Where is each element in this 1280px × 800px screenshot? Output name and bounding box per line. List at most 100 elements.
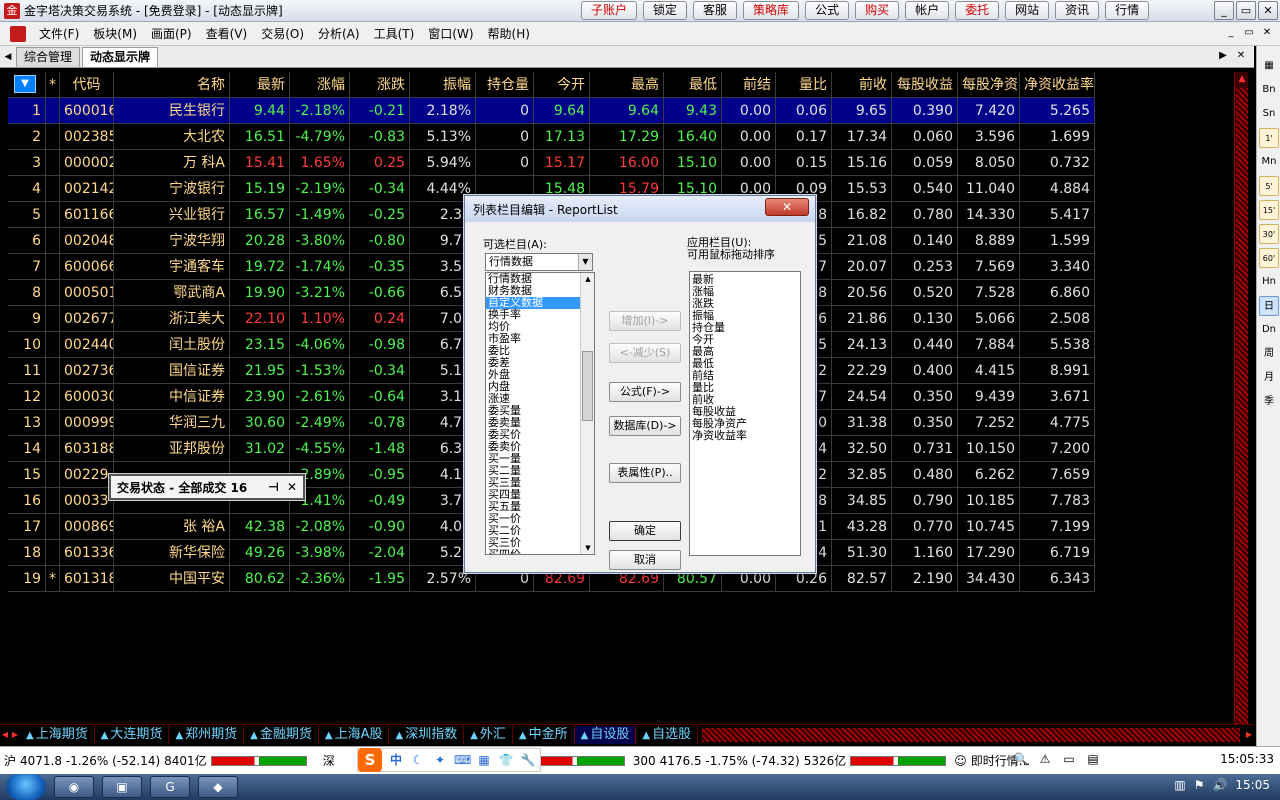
period-5[interactable]: 15' bbox=[1259, 200, 1279, 220]
category-select[interactable]: 行情数据 ▼ bbox=[485, 253, 593, 271]
news-icon[interactable]: ☺ bbox=[954, 754, 967, 768]
ime-tool-icon[interactable]: ⌨ bbox=[454, 752, 471, 768]
top-button-0[interactable]: 子账户 bbox=[581, 1, 638, 20]
applied-columns-list[interactable]: 最新 涨幅 涨跌 振幅 持仓量 今开 最高 最低 前结 量比 前收 每股收益 每股净资产 净资收益率 bbox=[689, 271, 801, 556]
list-scroll-down-icon[interactable]: ▼ bbox=[581, 542, 594, 554]
header-last[interactable]: 最新 bbox=[230, 72, 290, 98]
table-row[interactable]: 3 000002 万 科A 15.41 1.65% 0.25 5.94% 0 15.17 16.0… bbox=[8, 150, 1095, 176]
ime-tool-icon[interactable]: ✦ bbox=[432, 752, 448, 768]
tray-flag-icon[interactable]: ⚑ bbox=[1194, 778, 1205, 792]
scroll-up-icon[interactable]: ▲ bbox=[1235, 72, 1249, 86]
period-6[interactable]: 30' bbox=[1259, 224, 1279, 244]
market-tab[interactable]: ▲ 金融期货 bbox=[244, 725, 319, 744]
close-window-button[interactable]: ✕ bbox=[1258, 1, 1278, 20]
add-column-button[interactable]: 增加(I)-> bbox=[609, 311, 681, 331]
ime-tool-icon[interactable]: ☾ bbox=[410, 752, 426, 768]
dialog-close-button[interactable]: ✕ bbox=[765, 198, 809, 216]
top-button-2[interactable]: 客服 bbox=[693, 1, 738, 20]
market-strip-scrollbar[interactable] bbox=[702, 727, 1240, 742]
menu-item-8[interactable]: 帮助(H) bbox=[481, 25, 537, 42]
period-12[interactable]: 月 bbox=[1259, 368, 1279, 388]
ime-tool-icon[interactable]: 👕 bbox=[498, 752, 514, 768]
top-button-8[interactable]: 网站 bbox=[1005, 1, 1050, 20]
list-scroll-thumb[interactable] bbox=[582, 351, 593, 421]
market-tab[interactable]: ▲ 中金所 bbox=[513, 725, 575, 744]
period-8[interactable]: Hn bbox=[1259, 272, 1279, 292]
applied-item[interactable]: 净资收益率 bbox=[690, 430, 800, 442]
header-chg[interactable]: 涨跌 bbox=[350, 72, 410, 98]
market-tab[interactable]: ▲ 郑州期货 bbox=[169, 725, 245, 744]
tab-scroll-right-icon[interactable]: ▶ bbox=[1216, 49, 1230, 63]
menu-item-5[interactable]: 分析(A) bbox=[311, 25, 367, 42]
header-low[interactable]: 最低 bbox=[664, 72, 722, 98]
menu-item-0[interactable]: 文件(F) bbox=[32, 25, 86, 42]
maximize-button[interactable]: ▭ bbox=[1236, 1, 1256, 20]
hs300-value[interactable]: 4176.5 -1.75% (-74.32) bbox=[660, 754, 800, 768]
header-eps[interactable]: 每股收益 bbox=[892, 72, 958, 98]
header-amp[interactable]: 振幅 bbox=[410, 72, 476, 98]
trade-status-window[interactable]: 交易状态 - 全部成交 16 ⊣ ✕ bbox=[109, 474, 305, 500]
menu-item-2[interactable]: 画面(P) bbox=[144, 25, 199, 42]
menu-item-3[interactable]: 查看(V) bbox=[199, 25, 255, 42]
table-properties-button[interactable]: 表属性(P).. bbox=[609, 463, 681, 483]
period-13[interactable]: 季 bbox=[1259, 392, 1279, 412]
top-button-5[interactable]: 购买 bbox=[855, 1, 900, 20]
period-1[interactable]: Sn bbox=[1259, 104, 1279, 124]
top-button-9[interactable]: 资讯 bbox=[1055, 1, 1100, 20]
mdi-close-button[interactable]: ✕ bbox=[1260, 26, 1274, 40]
top-button-4[interactable]: 公式 bbox=[805, 1, 850, 20]
top-button-7[interactable]: 委托 bbox=[955, 1, 1000, 20]
market-scroll-left-icon[interactable]: ◀ bbox=[0, 730, 10, 739]
mdi-minimize-button[interactable]: _ bbox=[1224, 26, 1238, 40]
sh-index-value[interactable]: 4071.8 -1.26% (-52.14) bbox=[20, 754, 160, 768]
top-button-3[interactable]: 策略库 bbox=[743, 1, 800, 20]
tab-0[interactable]: 综合管理 bbox=[16, 47, 81, 67]
period-10[interactable]: Dn bbox=[1259, 320, 1279, 340]
column-menu-button[interactable]: ▼ bbox=[14, 75, 36, 93]
market-tab[interactable]: ▲ 自设股 bbox=[574, 725, 637, 744]
header-high[interactable]: 最高 bbox=[590, 72, 664, 98]
market-tab[interactable]: ▲ 大连期货 bbox=[95, 725, 170, 744]
ticket-icon[interactable]: ▭ bbox=[1060, 750, 1078, 768]
start-button[interactable] bbox=[6, 774, 46, 800]
cancel-button[interactable]: 取消 bbox=[609, 550, 681, 570]
taskbar-pyramid-icon[interactable]: ◆ bbox=[198, 776, 238, 798]
top-button-10[interactable]: 行情 bbox=[1105, 1, 1150, 20]
sidebar-list-icon[interactable]: ▦ bbox=[1259, 56, 1279, 76]
taskbar-app-icon[interactable]: ▣ bbox=[102, 776, 142, 798]
header-pct[interactable]: 涨幅 bbox=[290, 72, 350, 98]
table-row[interactable]: 2 002385 大北农 16.51 -4.79% -0.83 5.13% 0 17.13 17.… bbox=[8, 124, 1095, 150]
search-icon[interactable]: 🔍 bbox=[1012, 750, 1030, 768]
market-tab[interactable]: ▲ 上海A股 bbox=[319, 725, 390, 744]
period-9[interactable]: 日 bbox=[1259, 296, 1279, 316]
available-item[interactable]: 买四价 bbox=[486, 549, 594, 554]
header-roe[interactable]: 净资收益率 bbox=[1020, 72, 1095, 98]
tab-scroll-left-icon[interactable]: ◀ bbox=[0, 47, 16, 67]
menu-item-7[interactable]: 窗口(W) bbox=[421, 25, 480, 42]
table-row[interactable]: 1 600016 民生银行 9.44 -2.18% -0.21 2.18% 0 9.64 9.64… bbox=[8, 98, 1095, 124]
warning-icon[interactable]: ⚠ bbox=[1036, 750, 1054, 768]
menu-item-6[interactable]: 工具(T) bbox=[367, 25, 422, 42]
period-2[interactable]: 1' bbox=[1259, 128, 1279, 148]
header-volume-ratio[interactable]: 量比 bbox=[776, 72, 832, 98]
remove-column-button[interactable]: <-减少(S) bbox=[609, 343, 681, 363]
minimize-button[interactable]: _ bbox=[1214, 1, 1234, 20]
menu-item-4[interactable]: 交易(O) bbox=[254, 25, 311, 42]
menu-app-icon[interactable] bbox=[10, 25, 26, 42]
ime-tool-icon[interactable]: 🔧 bbox=[520, 752, 536, 768]
top-button-6[interactable]: 帐户 bbox=[905, 1, 950, 20]
market-scroll-right-icon[interactable]: ▶ bbox=[10, 730, 20, 739]
period-7[interactable]: 60' bbox=[1259, 248, 1279, 268]
list-scroll-up-icon[interactable]: ▲ bbox=[581, 273, 594, 285]
header-bvps[interactable]: 每股净资 bbox=[958, 72, 1020, 98]
ime-tool-icon[interactable]: ▦ bbox=[476, 752, 492, 768]
ok-button[interactable]: 确定 bbox=[609, 521, 681, 541]
header-name[interactable]: 名称 bbox=[114, 72, 230, 98]
period-11[interactable]: 周 bbox=[1259, 344, 1279, 364]
database-button[interactable]: 数据库(D)-> bbox=[609, 416, 681, 436]
market-tab[interactable]: ▲ 上海期货 bbox=[20, 725, 95, 744]
header-pos[interactable]: 持仓量 bbox=[476, 72, 534, 98]
chevron-down-icon[interactable]: ▼ bbox=[578, 254, 592, 270]
ime-logo-icon[interactable]: S bbox=[358, 748, 382, 772]
taskbar-g-icon[interactable]: G bbox=[150, 776, 190, 798]
